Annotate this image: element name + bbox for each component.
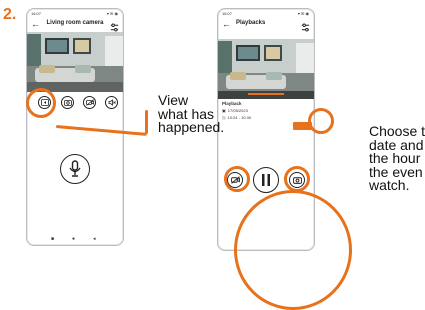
highlight-ring-record-off [224, 166, 250, 192]
app-header: ← Living room camera [27, 18, 123, 32]
time-value: 10:24 - 10:30 [227, 115, 252, 120]
mute-button[interactable] [105, 96, 118, 109]
highlight-ring-playback [26, 88, 56, 118]
callout-line-left-vertical [145, 110, 148, 134]
page-title: Playbacks [236, 20, 266, 26]
annotation-choose-event: Choose t date and the hour the even watc… [369, 124, 425, 193]
settings-sliders-icon[interactable] [301, 19, 310, 37]
camera-live-view[interactable] [27, 32, 123, 92]
status-time: 16:07 [31, 11, 42, 16]
mute-icon [108, 99, 116, 106]
home-nav-button[interactable]: ● [72, 236, 75, 242]
status-bar: 16:07 ▾ ✉ ◉ [218, 9, 314, 18]
annotation-line: watch. [369, 177, 410, 193]
record-off-button[interactable] [83, 96, 96, 109]
time-row[interactable]: ◷ 10:24 - 10:30 [222, 115, 310, 120]
status-icons: ▾ ✉ ◉ [297, 11, 309, 16]
recents-nav-button[interactable]: ■ [51, 236, 54, 242]
step-number: 2. [3, 6, 17, 23]
annotation-line: happened. [158, 119, 225, 135]
date-row[interactable]: ▣ 17/05/2023 [222, 108, 310, 113]
camera-off-icon [85, 99, 94, 106]
highlight-ring-snapshot [284, 166, 310, 192]
app-header: ← Playbacks [218, 18, 314, 32]
playback-video[interactable] [218, 39, 314, 99]
highlight-ring-controls [234, 190, 352, 310]
back-nav-button[interactable]: ◂ [93, 236, 96, 242]
pause-button[interactable] [253, 167, 279, 193]
back-arrow-icon[interactable]: ← [222, 19, 231, 29]
status-bar: 16:07 ▾ ✉ ◉ [27, 9, 123, 18]
talk-button[interactable] [60, 154, 90, 184]
microphone-icon [69, 160, 81, 177]
camera-icon [63, 100, 72, 106]
snapshot-button[interactable] [61, 96, 74, 109]
annotation-view-history: View what has happened. [158, 93, 228, 135]
highlight-ring-choose-event [308, 108, 334, 134]
date-value: 17/05/2023 [227, 108, 248, 113]
status-time: 16:07 [222, 11, 233, 16]
playback-details: Playback ▣ 17/05/2023 ◷ 10:24 - 10:30 [222, 101, 310, 120]
playback-label: Playback [222, 101, 242, 106]
system-nav-bar: ■ ● ◂ [27, 233, 123, 245]
page-title: Living room camera [46, 20, 104, 26]
pause-icon [262, 174, 270, 186]
status-icons: ▾ ✉ ◉ [106, 11, 118, 16]
